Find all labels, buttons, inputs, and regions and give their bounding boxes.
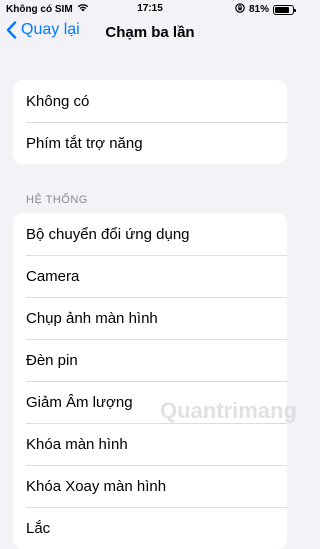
status-right: 81% bbox=[235, 3, 296, 16]
battery-percent: 81% bbox=[248, 4, 269, 15]
option-screenshot[interactable]: Chụp ảnh màn hình bbox=[13, 297, 287, 339]
status-bar: Không có SIM 17:15 81% bbox=[0, 0, 300, 18]
battery-fill bbox=[275, 6, 289, 13]
option-flashlight[interactable]: Đèn pin bbox=[13, 339, 287, 381]
option-volume-down[interactable]: Giảm Âm lượng bbox=[13, 381, 287, 423]
option-shake[interactable]: Lắc bbox=[13, 507, 287, 549]
option-group: Không có Phím tắt trợ năng bbox=[13, 80, 287, 164]
system-group: Bộ chuyển đổi ứng dụng Camera Chụp ảnh m… bbox=[13, 213, 287, 549]
option-lock-rotation[interactable]: Khóa Xoay màn hình bbox=[13, 465, 287, 507]
option-app-switcher[interactable]: Bộ chuyển đổi ứng dụng bbox=[13, 213, 287, 255]
navigation-bar: Quay lại Chạm ba lần bbox=[0, 18, 300, 50]
option-camera[interactable]: Camera bbox=[13, 255, 287, 297]
battery-icon bbox=[273, 4, 296, 15]
page-title: Chạm ba lần bbox=[105, 24, 195, 41]
option-none[interactable]: Không có bbox=[13, 80, 287, 122]
section-header-system: HỆ THỐNG bbox=[26, 194, 88, 206]
orientation-lock-icon bbox=[235, 3, 245, 16]
option-accessibility-shortcut[interactable]: Phím tắt trợ năng bbox=[13, 122, 287, 164]
option-lock-screen[interactable]: Khóa màn hình bbox=[13, 423, 287, 465]
